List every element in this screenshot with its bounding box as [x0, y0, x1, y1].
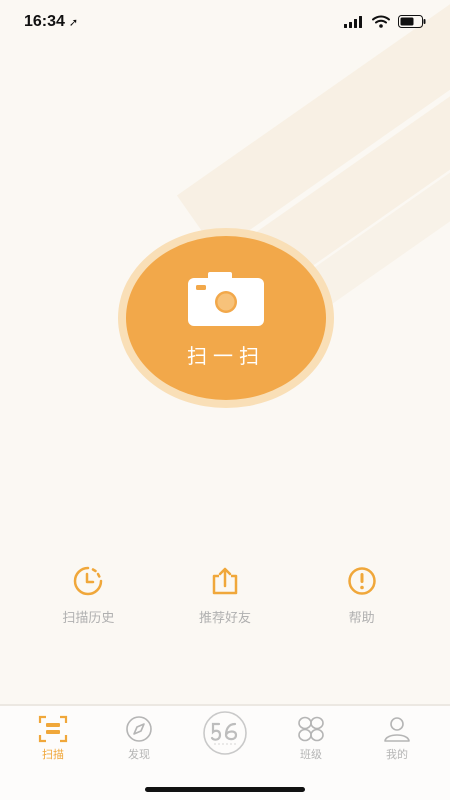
scan-history-button[interactable]: 扫描历史 [28, 565, 148, 626]
help-icon [346, 565, 378, 597]
camera-icon [188, 271, 264, 330]
scan-icon [38, 714, 68, 744]
home-indicator [145, 787, 305, 792]
wifi-icon [372, 13, 390, 32]
tab-scan-label: 扫描 [42, 748, 64, 761]
quick-actions: 扫描历史 推荐好友 帮助 [0, 565, 450, 626]
tab-mine[interactable]: 我的 [362, 714, 432, 762]
scan-button[interactable]: 扫一扫 [126, 236, 326, 400]
user-icon [383, 714, 411, 744]
battery-icon [398, 13, 426, 32]
scan-area: 扫一扫 [118, 228, 334, 408]
tab-mine-label: 我的 [386, 748, 408, 761]
scan-history-label: 扫描历史 [62, 611, 115, 626]
signal-icon [344, 13, 364, 32]
logo-56-icon [202, 710, 248, 756]
recommend-friends-button[interactable]: 推荐好友 [165, 565, 285, 626]
tab-discover[interactable]: 发现 [104, 714, 174, 762]
tab-discover-label: 发现 [128, 748, 150, 761]
history-icon [72, 565, 104, 597]
tab-scan[interactable]: 扫描 [18, 714, 88, 762]
class-icon [296, 714, 326, 744]
tab-home-logo[interactable] [190, 711, 260, 762]
tab-class[interactable]: 班级 [276, 714, 346, 762]
status-bar: 16:34 ➚ [0, 0, 450, 44]
scan-label: 扫一扫 [187, 343, 265, 368]
location-icon: ➚ [68, 15, 79, 29]
help-button[interactable]: 帮助 [302, 565, 422, 626]
tab-bar: 扫描 发现 班级 我的 [0, 704, 450, 800]
status-time: 16:34 [24, 13, 65, 30]
help-label: 帮助 [348, 611, 375, 626]
recommend-friends-label: 推荐好友 [198, 611, 251, 626]
compass-icon [125, 714, 153, 744]
tab-class-label: 班级 [300, 748, 322, 761]
share-icon [209, 565, 241, 597]
